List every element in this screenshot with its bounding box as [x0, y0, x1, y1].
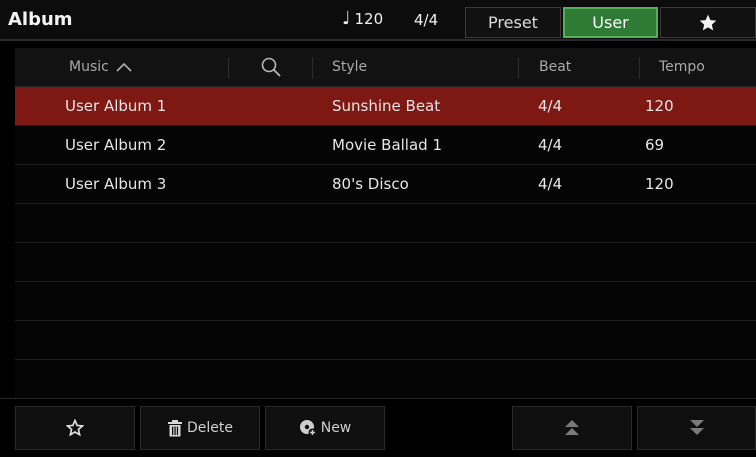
column-header-style[interactable]: Style [332, 59, 367, 75]
header-bar: Album ♩ 120 4/4 Preset User [0, 0, 756, 41]
column-header-music[interactable]: Music [69, 59, 133, 75]
empty-row [15, 321, 756, 360]
search-button[interactable] [260, 56, 282, 82]
cell-beat: 4/4 [538, 175, 563, 193]
delete-button[interactable]: Delete [140, 406, 260, 450]
new-album-button-label: New [320, 420, 352, 436]
cell-style: 80's Disco [332, 175, 409, 193]
bottom-toolbar: Delete New [0, 398, 756, 457]
cell-style: Sunshine Beat [332, 97, 441, 115]
time-signature: 4/4 [414, 11, 439, 29]
search-icon [261, 57, 281, 77]
column-divider [228, 57, 229, 79]
cell-music: User Album 1 [65, 97, 167, 115]
cell-music: User Album 3 [65, 175, 167, 193]
trash-icon [168, 419, 182, 436]
empty-row [15, 282, 756, 321]
table-header: Music Style Beat Tempo [15, 48, 756, 87]
cell-tempo: 120 [645, 175, 674, 193]
empty-row [15, 204, 756, 243]
table-row[interactable]: User Album 1 Sunshine Beat 4/4 120 [15, 87, 756, 126]
column-divider [639, 57, 640, 79]
column-header-beat[interactable]: Beat [539, 59, 571, 75]
tab-user-label: User [592, 13, 629, 32]
chevron-up-icon [116, 62, 132, 72]
tab-preset[interactable]: Preset [465, 7, 561, 38]
cell-beat: 4/4 [538, 136, 563, 154]
delete-button-label: Delete [187, 420, 233, 436]
tempo-display: ♩ 120 [342, 8, 384, 29]
tab-preset-label: Preset [488, 13, 538, 32]
star-icon [699, 14, 717, 30]
double-chevron-down-icon [689, 420, 704, 435]
star-outline-icon [66, 419, 84, 437]
tab-favorites[interactable] [660, 7, 756, 38]
table-row[interactable]: User Album 2 Movie Ballad 1 4/4 69 [15, 126, 756, 165]
cell-beat: 4/4 [538, 97, 563, 115]
page-down-button[interactable] [637, 406, 756, 450]
column-divider [518, 57, 519, 79]
page-title: Album [8, 9, 73, 30]
new-album-button[interactable]: New [265, 406, 385, 450]
album-list: User Album 1 Sunshine Beat 4/4 120 User … [15, 87, 756, 399]
cell-style: Movie Ballad 1 [332, 136, 443, 154]
page-up-button[interactable] [512, 406, 632, 450]
column-header-tempo[interactable]: Tempo [659, 59, 705, 75]
cell-music: User Album 2 [65, 136, 167, 154]
tempo-value: 120 [354, 10, 384, 28]
column-divider [312, 57, 313, 79]
quarter-note-icon: ♩ [342, 8, 351, 29]
empty-row [15, 243, 756, 282]
cell-tempo: 120 [645, 97, 674, 115]
column-header-music-label: Music [69, 59, 109, 75]
double-chevron-up-icon [565, 420, 579, 435]
new-album-icon [299, 420, 317, 437]
cell-tempo: 69 [645, 136, 665, 154]
table-row[interactable]: User Album 3 80's Disco 4/4 120 [15, 165, 756, 204]
tab-user[interactable]: User [563, 7, 658, 38]
empty-row [15, 360, 756, 399]
add-favorite-button[interactable] [15, 406, 135, 450]
